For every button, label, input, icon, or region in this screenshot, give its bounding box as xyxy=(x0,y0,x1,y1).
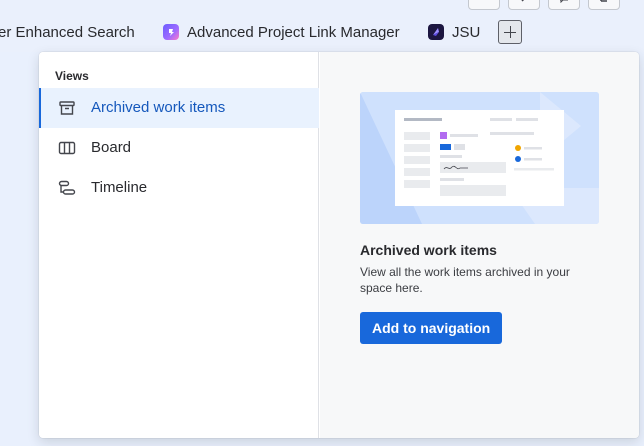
detail-description: View all the work items archived in your… xyxy=(360,265,570,295)
top-navigation-bar: er Enhanced Search Advanced Project Link… xyxy=(0,0,644,52)
jsu-app-icon xyxy=(428,24,444,40)
view-item-archived-work-items[interactable]: Archived work items xyxy=(39,88,319,128)
top-action-button-2[interactable] xyxy=(508,0,540,10)
chevron-right-icon xyxy=(521,0,525,2)
archived-work-items-illustration xyxy=(360,92,599,224)
comment-icon xyxy=(560,0,568,3)
view-item-label: Archived work items xyxy=(91,99,226,116)
add-tab-button[interactable] xyxy=(498,20,522,44)
view-detail-pane: Archived work items View all the work it… xyxy=(320,52,639,438)
views-heading: Views xyxy=(55,69,89,83)
link-manager-app-icon xyxy=(163,24,179,40)
tab-jsu[interactable]: JSU xyxy=(428,20,480,44)
top-action-button-1[interactable] xyxy=(468,0,500,10)
board-icon xyxy=(58,141,76,155)
timeline-icon xyxy=(58,180,76,195)
tab-label: JSU xyxy=(452,23,481,41)
views-list-pane: Views Archived work items Board Timeline xyxy=(39,52,319,438)
tab-label: Advanced Project Link Manager xyxy=(187,23,400,41)
tab-label: er Enhanced Search xyxy=(0,23,135,41)
archive-icon xyxy=(59,101,75,115)
views-popup: Views Archived work items Board Timeline xyxy=(39,52,639,438)
tab-advanced-project-link-manager[interactable]: Advanced Project Link Manager xyxy=(163,20,400,44)
view-item-board[interactable]: Board xyxy=(39,128,319,168)
view-item-timeline[interactable]: Timeline xyxy=(39,168,319,208)
add-to-navigation-button[interactable]: Add to navigation xyxy=(360,312,503,344)
top-action-button-3[interactable] xyxy=(548,0,580,10)
view-item-label: Board xyxy=(91,139,132,156)
detail-title: Archived work items xyxy=(360,242,497,258)
view-item-label: Timeline xyxy=(91,179,148,196)
chevron-icon xyxy=(480,0,488,3)
share-icon xyxy=(600,0,607,2)
tab-enhanced-search[interactable]: er Enhanced Search xyxy=(0,20,135,44)
top-action-button-4[interactable] xyxy=(588,0,620,10)
